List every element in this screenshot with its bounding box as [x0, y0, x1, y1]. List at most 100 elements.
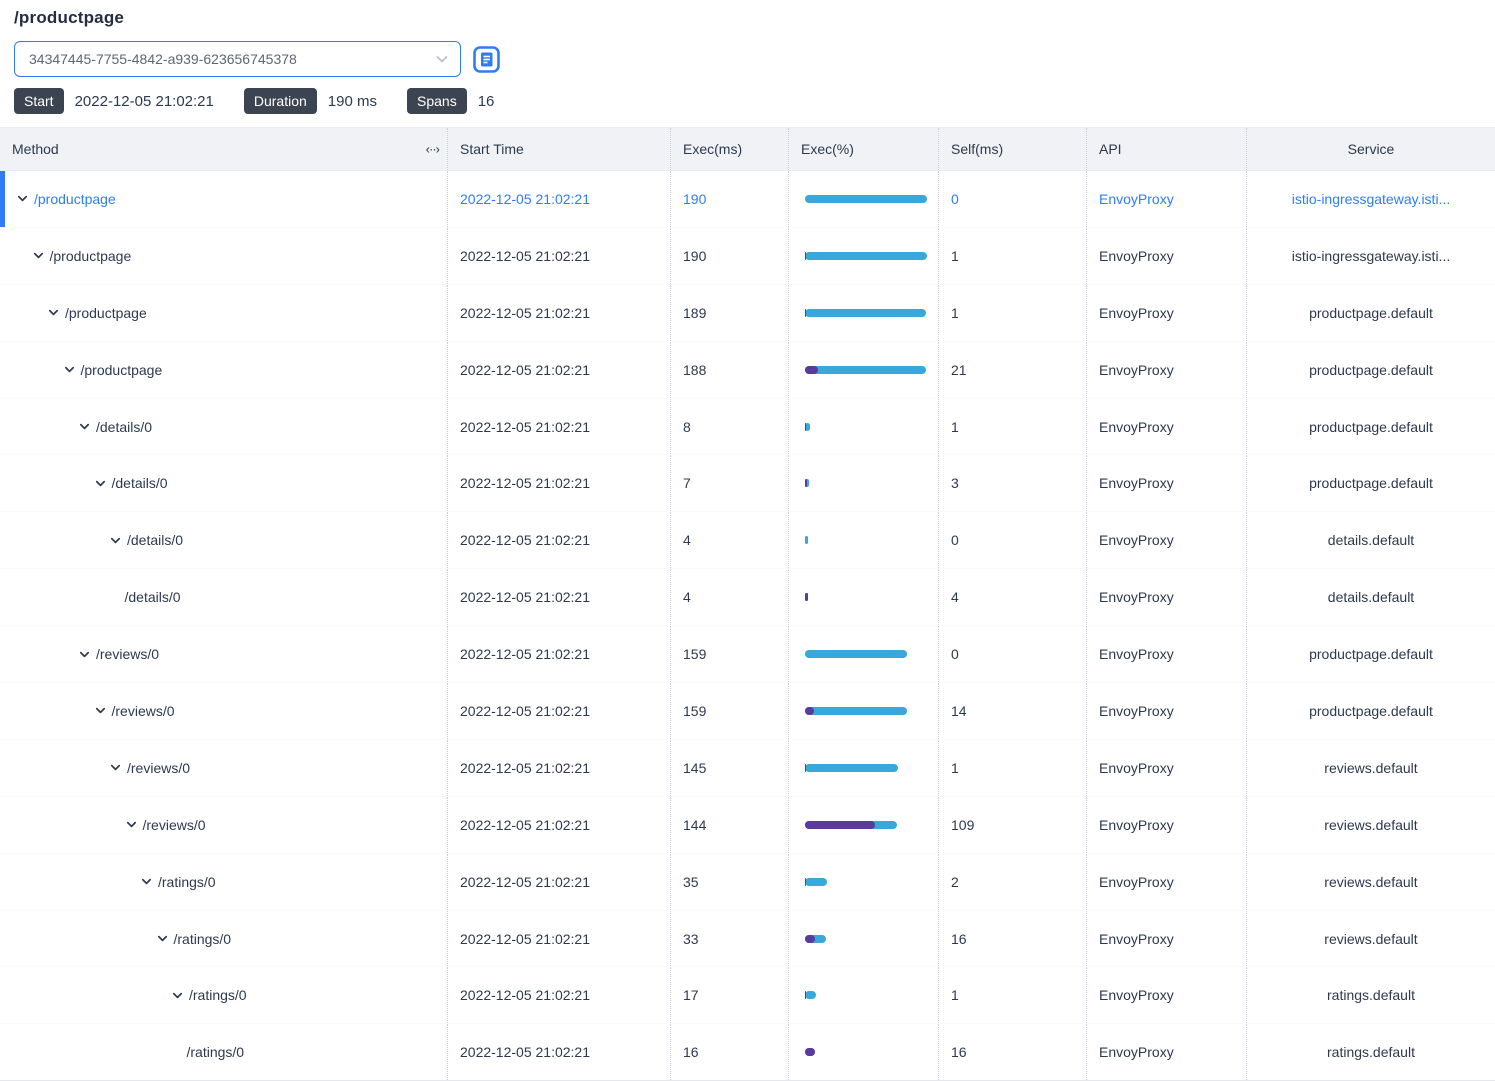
chevron-down-icon[interactable] [125, 818, 138, 831]
table-row[interactable]: /productpage2022-12-05 21:02:2118821Envo… [0, 342, 1495, 399]
exec-ms-cell: 7 [670, 455, 788, 511]
method-label: /details/0 [125, 589, 181, 605]
start-time-cell: 2022-12-05 21:02:21 [447, 171, 670, 227]
spans-group: Spans 16 [407, 88, 494, 114]
chevron-down-icon[interactable] [140, 875, 153, 888]
table-row[interactable]: /ratings/02022-12-05 21:02:213316EnvoyPr… [0, 911, 1495, 968]
table-row[interactable]: /details/02022-12-05 21:02:2181EnvoyProx… [0, 399, 1495, 456]
start-time-cell: 2022-12-05 21:02:21 [447, 626, 670, 682]
exec-duration-bar [805, 991, 816, 999]
chevron-down-icon[interactable] [47, 306, 60, 319]
spans-badge: Spans [407, 88, 467, 114]
api-cell: EnvoyProxy [1086, 512, 1246, 568]
method-cell: /ratings/0 [0, 967, 447, 1023]
api-cell: EnvoyProxy [1086, 171, 1246, 227]
self-duration-bar [805, 366, 818, 374]
table-row[interactable]: /ratings/02022-12-05 21:02:21352EnvoyPro… [0, 854, 1495, 911]
exec-percent-cell [788, 569, 938, 625]
method-cell: /ratings/0 [0, 1024, 447, 1080]
service-cell: ratings.default [1246, 967, 1495, 1023]
service-cell: productpage.default [1246, 285, 1495, 341]
method-cell: /reviews/0 [0, 626, 447, 682]
method-cell: /reviews/0 [0, 797, 447, 853]
copy-document-icon [473, 46, 500, 73]
self-ms-cell: 1 [938, 399, 1086, 455]
self-ms-cell: 0 [938, 512, 1086, 568]
service-cell: istio-ingressgateway.isti... [1246, 228, 1495, 284]
exec-duration-bar [805, 309, 926, 317]
table-row[interactable]: /details/02022-12-05 21:02:2173EnvoyProx… [0, 455, 1495, 512]
table-row[interactable]: /reviews/02022-12-05 21:02:21144109Envoy… [0, 797, 1495, 854]
exec-ms-cell: 190 [670, 228, 788, 284]
chevron-down-icon[interactable] [109, 534, 122, 547]
chevron-down-icon[interactable] [94, 477, 107, 490]
table-row[interactable]: /ratings/02022-12-05 21:02:211616EnvoyPr… [0, 1024, 1495, 1081]
self-duration-bar [805, 821, 875, 829]
table-row[interactable]: /details/02022-12-05 21:02:2144EnvoyProx… [0, 569, 1495, 626]
start-time-cell: 2022-12-05 21:02:21 [447, 740, 670, 796]
api-cell: EnvoyProxy [1086, 285, 1246, 341]
trace-id-select[interactable]: 34347445-7755-4842-a939-623656745378 [14, 41, 461, 77]
api-cell: EnvoyProxy [1086, 626, 1246, 682]
page-title: /productpage [14, 8, 1481, 28]
trace-selector-row: 34347445-7755-4842-a939-623656745378 [14, 41, 1481, 77]
api-cell: EnvoyProxy [1086, 569, 1246, 625]
table-row[interactable]: /reviews/02022-12-05 21:02:211590EnvoyPr… [0, 626, 1495, 683]
chevron-down-icon[interactable] [78, 420, 91, 433]
method-cell: /ratings/0 [0, 854, 447, 910]
exec-duration-bar [805, 423, 810, 431]
self-duration-bar [805, 593, 808, 601]
chevron-down-icon[interactable] [109, 761, 122, 774]
table-row[interactable]: /reviews/02022-12-05 21:02:2115914EnvoyP… [0, 683, 1495, 740]
self-duration-bar [805, 479, 807, 487]
exec-percent-cell [788, 399, 938, 455]
exec-ms-cell: 188 [670, 342, 788, 398]
chevron-down-icon[interactable] [78, 648, 91, 661]
table-row[interactable]: /productpage2022-12-05 21:02:211891Envoy… [0, 285, 1495, 342]
table-row[interactable]: /productpage2022-12-05 21:02:211900Envoy… [0, 171, 1495, 228]
self-ms-cell: 16 [938, 1024, 1086, 1080]
table-row[interactable]: /productpage2022-12-05 21:02:211901Envoy… [0, 228, 1495, 285]
exec-duration-bar [805, 821, 897, 829]
self-ms-cell: 2 [938, 854, 1086, 910]
self-ms-cell: 1 [938, 285, 1086, 341]
exec-ms-cell: 189 [670, 285, 788, 341]
exec-ms-cell: 145 [670, 740, 788, 796]
exec-ms-cell: 159 [670, 683, 788, 739]
table-row[interactable]: /details/02022-12-05 21:02:2140EnvoyProx… [0, 512, 1495, 569]
exec-duration-bar [805, 650, 907, 658]
api-cell: EnvoyProxy [1086, 740, 1246, 796]
exec-percent-cell [788, 967, 938, 1023]
start-time-cell: 2022-12-05 21:02:21 [447, 569, 670, 625]
chevron-down-icon[interactable] [156, 932, 169, 945]
exec-ms-cell: 17 [670, 967, 788, 1023]
method-label: /ratings/0 [189, 987, 247, 1003]
table-row[interactable]: /reviews/02022-12-05 21:02:211451EnvoyPr… [0, 740, 1495, 797]
api-cell: EnvoyProxy [1086, 967, 1246, 1023]
exec-percent-cell [788, 512, 938, 568]
start-time-cell: 2022-12-05 21:02:21 [447, 967, 670, 1023]
chevron-down-icon[interactable] [16, 192, 29, 205]
chevron-down-icon[interactable] [171, 989, 184, 1002]
self-ms-cell: 1 [938, 740, 1086, 796]
method-label: /productpage [34, 191, 116, 207]
exec-percent-cell [788, 683, 938, 739]
exec-percent-cell [788, 911, 938, 967]
trace-summary: Start 2022-12-05 21:02:21 Duration 190 m… [14, 88, 1481, 114]
self-duration-bar [805, 991, 806, 999]
column-resize-icon[interactable]: ‹··› [426, 142, 439, 157]
chevron-down-icon[interactable] [63, 363, 76, 376]
copy-trace-id-button[interactable] [473, 46, 500, 73]
chevron-down-icon[interactable] [94, 704, 107, 717]
exec-duration-bar [805, 1048, 815, 1056]
exec-duration-bar [805, 935, 826, 943]
column-header-method: Method ‹··› [0, 128, 447, 170]
chevron-down-icon[interactable] [32, 249, 45, 262]
self-duration-bar [805, 935, 815, 943]
table-row[interactable]: /ratings/02022-12-05 21:02:21171EnvoyPro… [0, 967, 1495, 1024]
method-cell: /details/0 [0, 569, 447, 625]
self-ms-cell: 16 [938, 911, 1086, 967]
service-cell: productpage.default [1246, 399, 1495, 455]
service-cell: productpage.default [1246, 455, 1495, 511]
method-label: /productpage [65, 305, 147, 321]
